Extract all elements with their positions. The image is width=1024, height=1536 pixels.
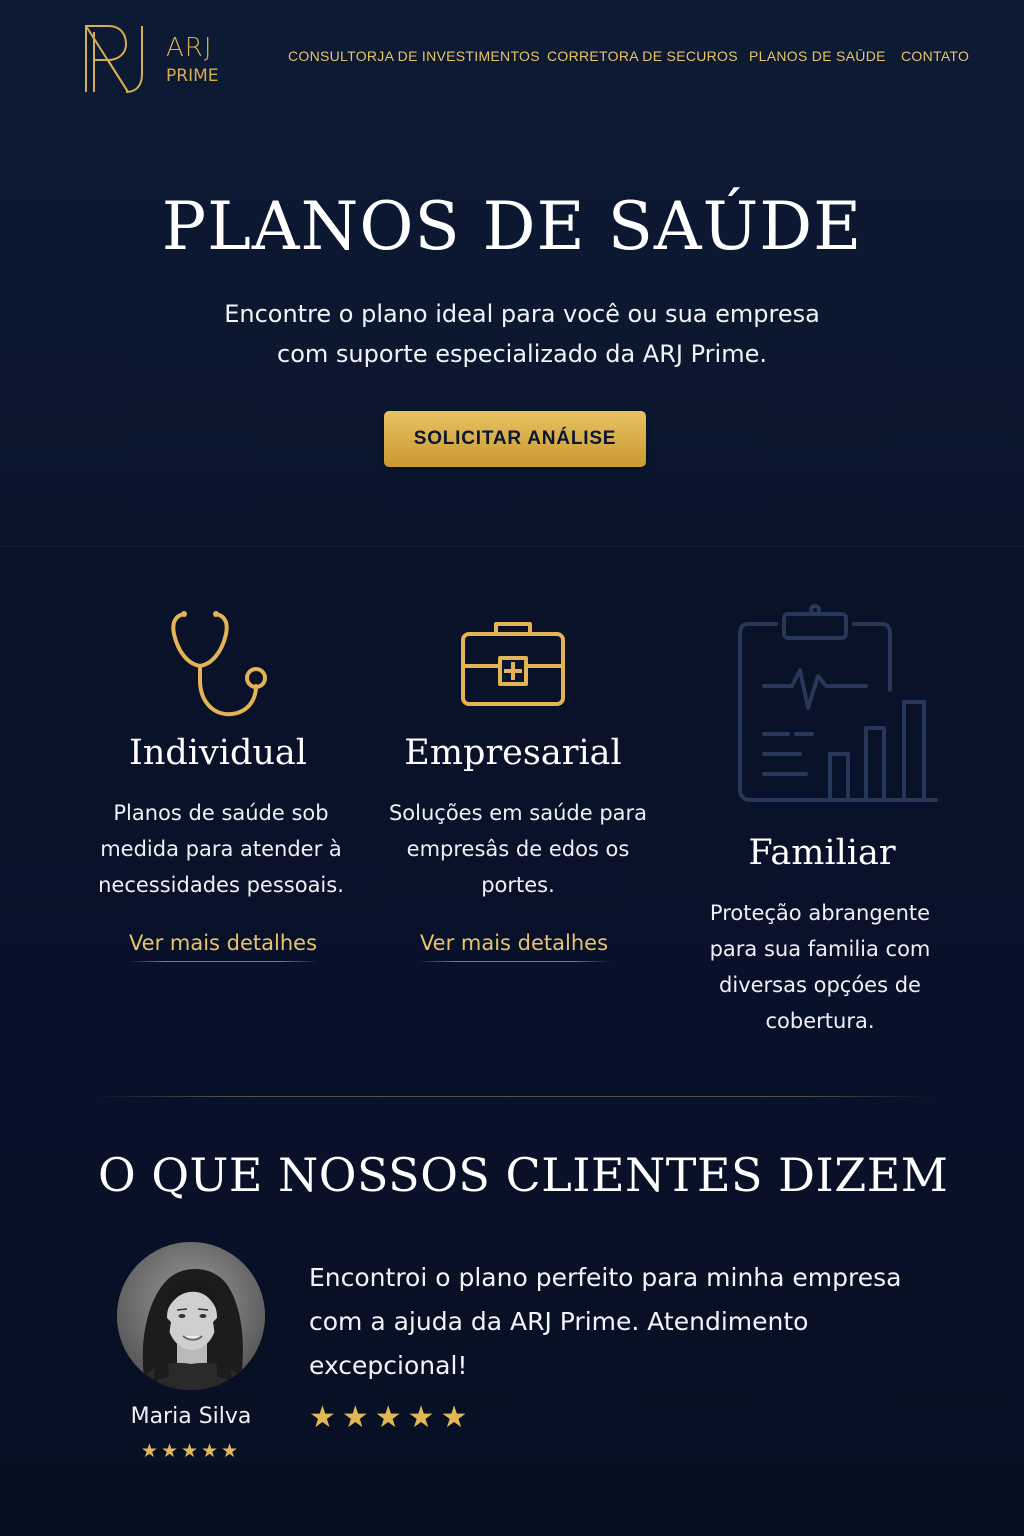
- testimonials-title: O QUE NOSSOS CLIENTES DIZEM: [98, 1148, 949, 1202]
- hero-subtitle: Encontre o plano ideal para você ou sua …: [224, 300, 820, 368]
- hero-title: PLANOS DE SAÚDE: [161, 188, 863, 265]
- plan-description-empresarial: Soluções em saúde para empresâs de edos …: [388, 801, 648, 897]
- plan-link-empresarial[interactable]: Ver mais detalhes: [408, 931, 620, 955]
- page: ARJ PRIME CONSULTORJA DE INVESTIMENTOS C…: [0, 0, 1024, 1536]
- nav-item-planos-saude[interactable]: PLANOS DE SAŪDE: [749, 48, 886, 64]
- client-portrait: [117, 1242, 265, 1390]
- nav-item-contato[interactable]: CONTATO: [901, 48, 969, 64]
- testimonial-rating-stars: ★★★★★: [309, 1400, 474, 1435]
- nav-item-seguros[interactable]: CORRETORA DE SECUROS: [547, 48, 738, 64]
- section-divider: [0, 546, 1024, 547]
- brand-name: ARJ: [166, 33, 213, 63]
- arj-monogram-icon: [85, 25, 143, 93]
- plan-description-familiar: Proteção abrangente para sua familia com…: [709, 901, 931, 1033]
- site-header: ARJ PRIME CONSULTORJA DE INVESTIMENTOS C…: [0, 0, 1024, 120]
- clipboard-chart-icon: [736, 604, 940, 806]
- link-underline: [418, 961, 610, 962]
- nav-item-investimentos[interactable]: CONSULTORJA DE INVESTIMENTOS: [288, 48, 540, 64]
- brand-logo[interactable]: ARJ PRIME: [82, 22, 232, 94]
- client-name: Maria Silva: [130, 1404, 252, 1429]
- medical-briefcase-icon: [460, 620, 566, 712]
- plan-title-familiar: Familiar: [748, 833, 896, 873]
- brand-tagline: PRIME: [166, 66, 219, 86]
- client-rating-stars: ★★★★★: [140, 1440, 242, 1462]
- link-underline: [128, 961, 318, 962]
- plan-title-empresarial: Empresarial: [404, 733, 622, 773]
- plan-link-individual[interactable]: Ver mais detalhes: [118, 931, 328, 955]
- stethoscope-icon: [168, 608, 272, 726]
- testimonial-quote: Encontroi o plano perfeito para minha em…: [309, 1263, 902, 1380]
- plan-title-individual: Individual: [129, 733, 307, 773]
- solicitar-analise-button[interactable]: SOLICITAR ANÁLISE: [384, 411, 646, 467]
- section-divider: [96, 1096, 930, 1097]
- plan-description-individual: Planos de saúde sob medida para atender …: [98, 801, 344, 897]
